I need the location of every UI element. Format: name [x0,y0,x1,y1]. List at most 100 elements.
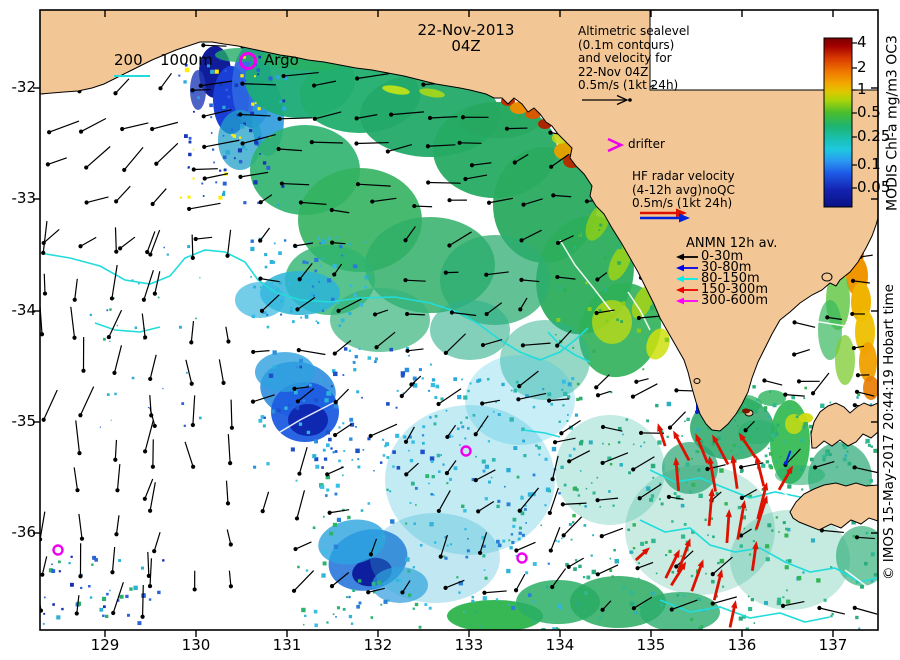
chl-speckle [537,446,541,450]
chl-speckle [761,463,766,468]
chl-speckle [873,573,878,577]
chl-speckle [507,603,510,606]
velocity-arrow-head [297,471,302,476]
chl-speckle [754,410,758,414]
velocity-arrow-head [141,297,146,302]
velocity-arrow-head [191,167,196,172]
chl-speckle [445,409,448,412]
chl-speckle [844,454,848,457]
velocity-arrow-head [279,181,284,186]
chl-speckle [684,420,686,423]
chl-speckle [231,128,234,131]
chl-speckle [522,439,526,443]
chl-speckle [629,601,634,607]
chl-speckle [392,465,395,468]
chl-speckle [586,612,589,615]
velocity-arrow-head [228,461,233,466]
velocity-arrow-head [504,126,510,131]
chl-speckle [272,261,276,264]
chl-speckle [429,416,432,419]
chl-speckle [222,105,226,109]
chl-speckle [518,526,522,530]
velocity-arrow-head [45,162,50,167]
chl-speckle [210,69,215,74]
chl-speckle [227,95,231,99]
chl-speckle [116,324,119,327]
chl-speckle [532,600,535,603]
velocity-arrow-head [112,370,117,375]
chl-speckle [563,483,567,487]
chl-speckle [188,140,192,144]
chl-speckle [864,561,868,566]
velocity-arrow-head [404,311,410,317]
chl-speckle [106,592,109,596]
chl-speckle [102,614,105,618]
chl-speckle [342,422,345,425]
chl-speckle [433,422,437,426]
chl-speckle [333,371,338,377]
margin-top [0,0,900,10]
velocity-arrow-head [143,335,148,340]
chl-speckle [290,306,293,309]
chl-speckle [555,539,557,542]
chl-speckle [591,569,597,575]
chl-speckle [289,309,293,313]
chl-speckle [334,492,338,496]
chl-speckle [430,493,433,496]
chl-speckle [408,354,410,357]
chl-speckle [509,546,513,550]
chl-speckle [259,153,262,155]
chl-speckle [358,601,362,605]
chl-speckle [616,318,619,322]
chl-speckle [660,502,664,506]
chl-speckle [312,454,317,459]
chl-speckle [617,441,621,444]
colorbar-tick-label: 4 [857,33,867,51]
chl-speckle [321,257,324,260]
chl-speckle [295,479,298,482]
velocity-arrow-head [630,394,636,399]
chl-speckle [691,457,693,460]
chl-speckle [453,466,458,471]
chl-speckle [772,403,777,408]
chl-speckle [409,458,414,463]
chl-speckle [472,413,476,417]
chl-speckle [354,355,358,359]
chl-speckle [102,605,106,609]
chl-speckle [756,427,759,430]
velocity-arrow [506,127,528,130]
chl-speckle [527,593,532,597]
bathy-legend-1000m: 1000m [160,51,213,69]
chl-speckle [383,599,388,604]
chl-speckle [187,166,190,169]
chl-speckle [405,557,410,562]
chl-speckle [550,402,554,406]
velocity-arrow-head [443,585,448,590]
chl-speckle [188,136,192,140]
velocity-arrow-head [148,508,153,513]
velocity-arrow-head [251,349,256,355]
chl-speckle [323,550,327,554]
chl-speckle [809,457,814,462]
chl-speckle [748,436,752,440]
chl-speckle [298,422,303,426]
chl-speckle [769,390,772,393]
velocity-arrow-head [118,246,123,251]
chl-speckle [609,557,612,560]
chl-speckle [649,305,655,311]
chl-speckle [323,457,328,461]
chl-speckle [750,597,754,602]
chl-speckle [294,390,298,395]
chl-speckle [382,438,385,441]
chl-speckle [557,540,560,543]
chl-speckle [348,595,351,599]
chl-speckle [655,403,659,408]
velocity-arrow-head [229,425,235,430]
chl-patch [255,352,315,392]
velocity-arrow-head [78,413,83,418]
velocity-arrow-head [477,550,483,556]
velocity-arrow-head [403,238,408,243]
chl-speckle [800,438,804,442]
velocity-arrow-head [260,509,265,514]
velocity-arrow-head [78,244,83,249]
